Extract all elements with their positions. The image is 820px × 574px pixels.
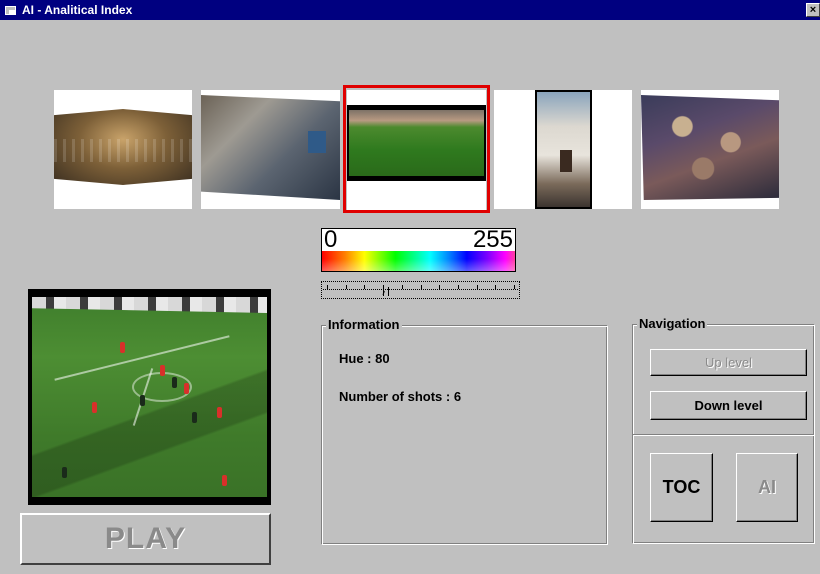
slider-tick <box>402 285 403 289</box>
slider-tick <box>514 285 515 289</box>
church-tower-image <box>537 92 590 207</box>
ai-button[interactable]: AI <box>736 453 798 522</box>
thumbnail-church[interactable] <box>494 90 632 209</box>
thumbnail-street[interactable] <box>201 90 340 209</box>
slider-tick <box>346 285 347 289</box>
player-figure <box>62 467 67 478</box>
player-figure <box>172 377 177 388</box>
football-pitch-frame <box>32 297 267 497</box>
slider-tick <box>383 285 384 289</box>
slider-track <box>323 289 518 290</box>
navigation-group: Navigation Up level Down level TOC AI <box>632 316 815 544</box>
slider-tick <box>458 285 459 289</box>
player-figure <box>184 383 189 394</box>
player-figure <box>160 365 165 376</box>
slider-tick <box>421 285 422 289</box>
title-bar: AI - Analitical Index × <box>0 0 820 20</box>
hue-spectrum <box>322 251 515 271</box>
window-title: AI - Analitical Index <box>22 3 133 17</box>
down-level-button[interactable]: Down level <box>650 391 807 420</box>
crowd-image <box>641 95 779 200</box>
stadium-stand <box>32 297 267 313</box>
toc-button[interactable]: TOC <box>650 453 713 522</box>
up-level-button[interactable]: Up level <box>650 349 807 376</box>
information-group-label: Information <box>326 317 402 332</box>
pitch-line <box>54 335 230 381</box>
player-figure <box>140 395 145 406</box>
hue-slider[interactable] <box>321 281 520 299</box>
player-figure <box>217 407 222 418</box>
slider-tick <box>364 285 365 289</box>
hue-value-text: Hue : 80 <box>339 351 390 366</box>
selected-thumbnail-frame <box>343 85 490 213</box>
player-figure <box>120 342 125 353</box>
app-icon <box>4 4 18 16</box>
slider-tick <box>477 285 478 289</box>
player-figure <box>222 475 227 486</box>
thumbnail-parliament[interactable] <box>54 90 192 209</box>
street-image <box>201 95 340 200</box>
close-icon[interactable]: × <box>806 3 820 17</box>
player-figure <box>92 402 97 413</box>
navigation-group-label: Navigation <box>637 316 708 331</box>
information-group: Information Hue : 80 Number of shots : 6 <box>321 317 608 545</box>
hue-color-scale: 0 255 <box>321 228 516 272</box>
shots-count-text: Number of shots : 6 <box>339 389 462 404</box>
slider-tick <box>439 285 440 289</box>
video-preview <box>28 289 271 505</box>
scale-min-label: 0 <box>324 226 338 253</box>
thumbnail-crowd[interactable] <box>641 90 779 209</box>
play-button[interactable]: PLAY <box>20 513 271 565</box>
slider-tick <box>495 285 496 289</box>
scale-max-label: 255 <box>472 226 513 253</box>
parliament-image <box>54 109 192 185</box>
slider-focus-frame <box>321 281 520 299</box>
navigation-divider <box>633 434 814 436</box>
slider-tick <box>327 285 328 289</box>
player-figure <box>192 412 197 423</box>
